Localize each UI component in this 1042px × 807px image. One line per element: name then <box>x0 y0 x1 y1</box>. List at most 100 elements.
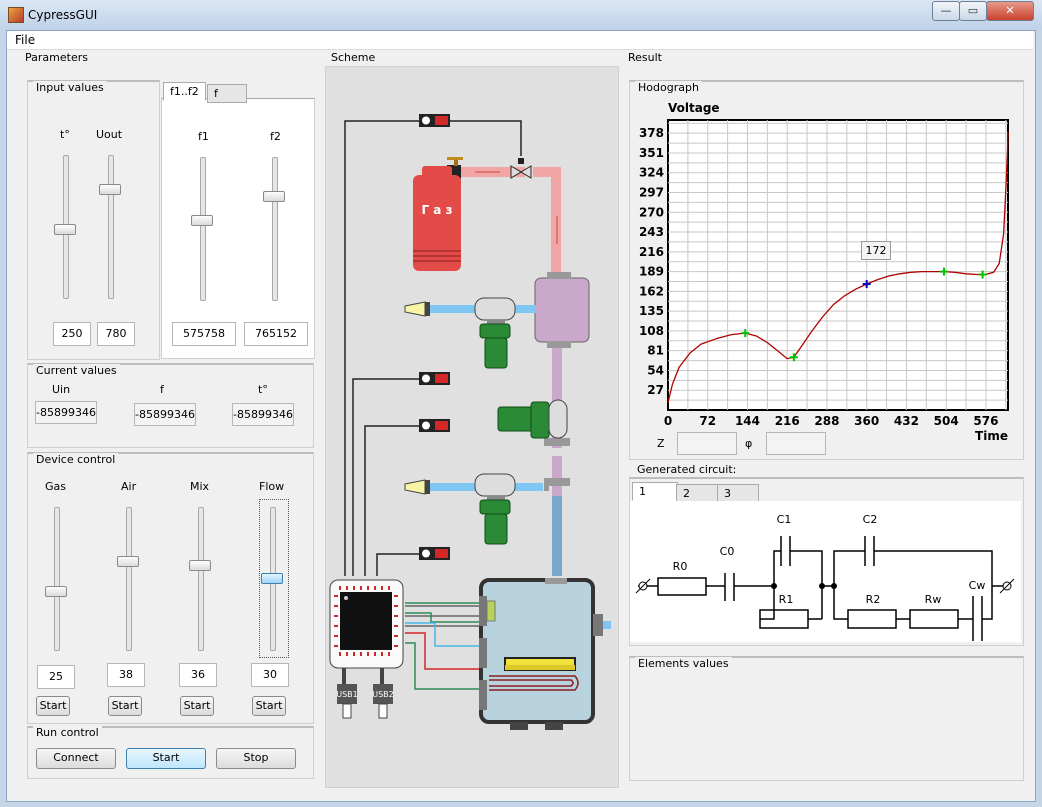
usb2-port: USB2 <box>372 668 394 719</box>
close-button[interactable]: ✕ <box>986 1 1034 21</box>
parameters-title: Parameters <box>25 51 88 64</box>
x-tick-label: 216 <box>775 414 800 428</box>
usb2-label: USB2 <box>372 690 394 699</box>
f1-slider-track[interactable] <box>200 157 206 301</box>
circuit-tab-1[interactable]: 1 <box>632 482 678 501</box>
chart-tooltip: 172 <box>861 241 891 260</box>
uout-value-field[interactable]: 780 <box>97 322 135 346</box>
stop-button[interactable]: Stop <box>216 748 296 769</box>
tab-f[interactable]: f <box>207 84 247 103</box>
y-tick-label: 351 <box>639 146 664 160</box>
y-tick-label: 216 <box>639 245 664 259</box>
f1-value-field[interactable]: 575758 <box>172 322 236 346</box>
flow-value-field[interactable]: 30 <box>251 663 289 687</box>
result-title: Result <box>628 51 662 64</box>
mix-value-field[interactable]: 36 <box>179 663 217 687</box>
f2-slider-thumb[interactable] <box>263 191 285 203</box>
uout-slider-thumb[interactable] <box>99 184 121 196</box>
menu-bar <box>7 31 1033 50</box>
cw-label: Cw <box>969 579 986 592</box>
y-tick-label: 81 <box>647 344 664 358</box>
y-axis-label: Voltage <box>668 101 720 115</box>
x-tick-label: 360 <box>854 414 879 428</box>
air-label: Air <box>121 480 137 493</box>
plot-area <box>667 119 1009 411</box>
y-tick-label: 189 <box>639 265 664 279</box>
f-label: f <box>160 383 164 396</box>
valve-switch-air2 <box>419 547 450 560</box>
scheme-diagram: Г а з USB1 USB2 <box>329 114 611 730</box>
app-icon <box>8 7 24 23</box>
uout-slider-track[interactable] <box>108 155 114 299</box>
y-tick-label: 378 <box>639 126 664 140</box>
c2-label: C2 <box>863 513 878 526</box>
scheme-title: Scheme <box>331 51 376 64</box>
mix-slider-thumb[interactable] <box>189 559 211 571</box>
uin-value: -85899346 <box>35 401 97 424</box>
f1-label: f1 <box>198 130 209 143</box>
c0-label: C0 <box>720 545 735 558</box>
freq-tab-panel <box>161 98 315 359</box>
x-tick-label: 576 <box>973 414 998 428</box>
hodograph-title: Hodograph <box>635 81 702 94</box>
valve-switch-top <box>419 114 450 127</box>
gas-value-field[interactable]: 25 <box>37 665 75 689</box>
t-slider-thumb[interactable] <box>54 223 76 235</box>
air-slider-thumb[interactable] <box>117 555 139 567</box>
y-tick-label: 27 <box>647 383 664 397</box>
y-tick-label: 324 <box>639 166 664 180</box>
r0-label: R0 <box>673 560 688 573</box>
hodograph-chart[interactable]: 27 54 81 108 135 162 189 216 243 270 297 324 351 378 0… <box>630 95 1022 455</box>
t-current-label: t° <box>258 383 268 396</box>
t-value-field[interactable]: 250 <box>53 322 91 346</box>
connect-button[interactable]: Connect <box>36 748 116 769</box>
phi-value <box>766 432 826 455</box>
tab-f1-f2[interactable]: f1..f2 <box>163 82 206 101</box>
air-slider-track[interactable] <box>126 507 132 651</box>
air-value-field[interactable]: 38 <box>107 663 145 687</box>
x-tick-label: 504 <box>934 414 959 428</box>
usb1-label: USB1 <box>336 690 358 699</box>
y-tick-label: 108 <box>639 324 664 338</box>
y-tick-label: 54 <box>647 363 664 377</box>
input-values-title: Input values <box>33 81 107 94</box>
z-value <box>677 432 737 455</box>
rw-label: Rw <box>925 593 942 606</box>
gas-slider-thumb[interactable] <box>45 586 67 598</box>
y-tick-label: 243 <box>639 225 664 239</box>
y-tick-label: 297 <box>639 186 664 200</box>
minimize-button[interactable]: — <box>932 1 960 21</box>
title-bar <box>0 0 1042 30</box>
x-tick-label: 0 <box>664 414 672 428</box>
valve-switch-air1 <box>419 372 450 385</box>
gas-start-button[interactable]: Start <box>36 696 70 716</box>
x-tick-label: 72 <box>699 414 716 428</box>
x-tick-label: 288 <box>814 414 839 428</box>
flow-label: Flow <box>259 480 285 493</box>
c1-label: C1 <box>777 513 792 526</box>
mix-slider-track[interactable] <box>198 507 204 651</box>
menu-file[interactable]: File <box>15 33 35 47</box>
run-control-title: Run control <box>33 726 102 739</box>
flow-start-button[interactable]: Start <box>252 696 286 716</box>
x-axis-label: Time <box>975 429 1008 443</box>
gas-slider-track[interactable] <box>54 507 60 651</box>
device-control-title: Device control <box>33 453 119 466</box>
run-start-button[interactable]: Start <box>126 748 206 769</box>
gas-label: Gas <box>45 480 66 493</box>
input-values-group <box>27 80 160 360</box>
air-start-button[interactable]: Start <box>108 696 142 716</box>
flow-slider-thumb[interactable] <box>261 573 283 584</box>
y-tick-label: 270 <box>639 205 664 219</box>
uout-label: Uout <box>96 128 123 141</box>
mix-start-button[interactable]: Start <box>180 696 214 716</box>
elements-values-group <box>629 656 1024 781</box>
window-title: CypressGUI <box>28 8 98 22</box>
f1-slider-thumb[interactable] <box>191 215 213 227</box>
z-label: Z <box>657 437 665 450</box>
circuit-diagram: R0 C0 C1 R1 C2 R2 Rw Cw <box>630 501 1021 642</box>
mix-label: Mix <box>190 480 210 493</box>
f2-slider-track[interactable] <box>272 157 278 301</box>
maximize-button[interactable]: ▭ <box>959 1 987 21</box>
f2-value-field[interactable]: 765152 <box>244 322 308 346</box>
